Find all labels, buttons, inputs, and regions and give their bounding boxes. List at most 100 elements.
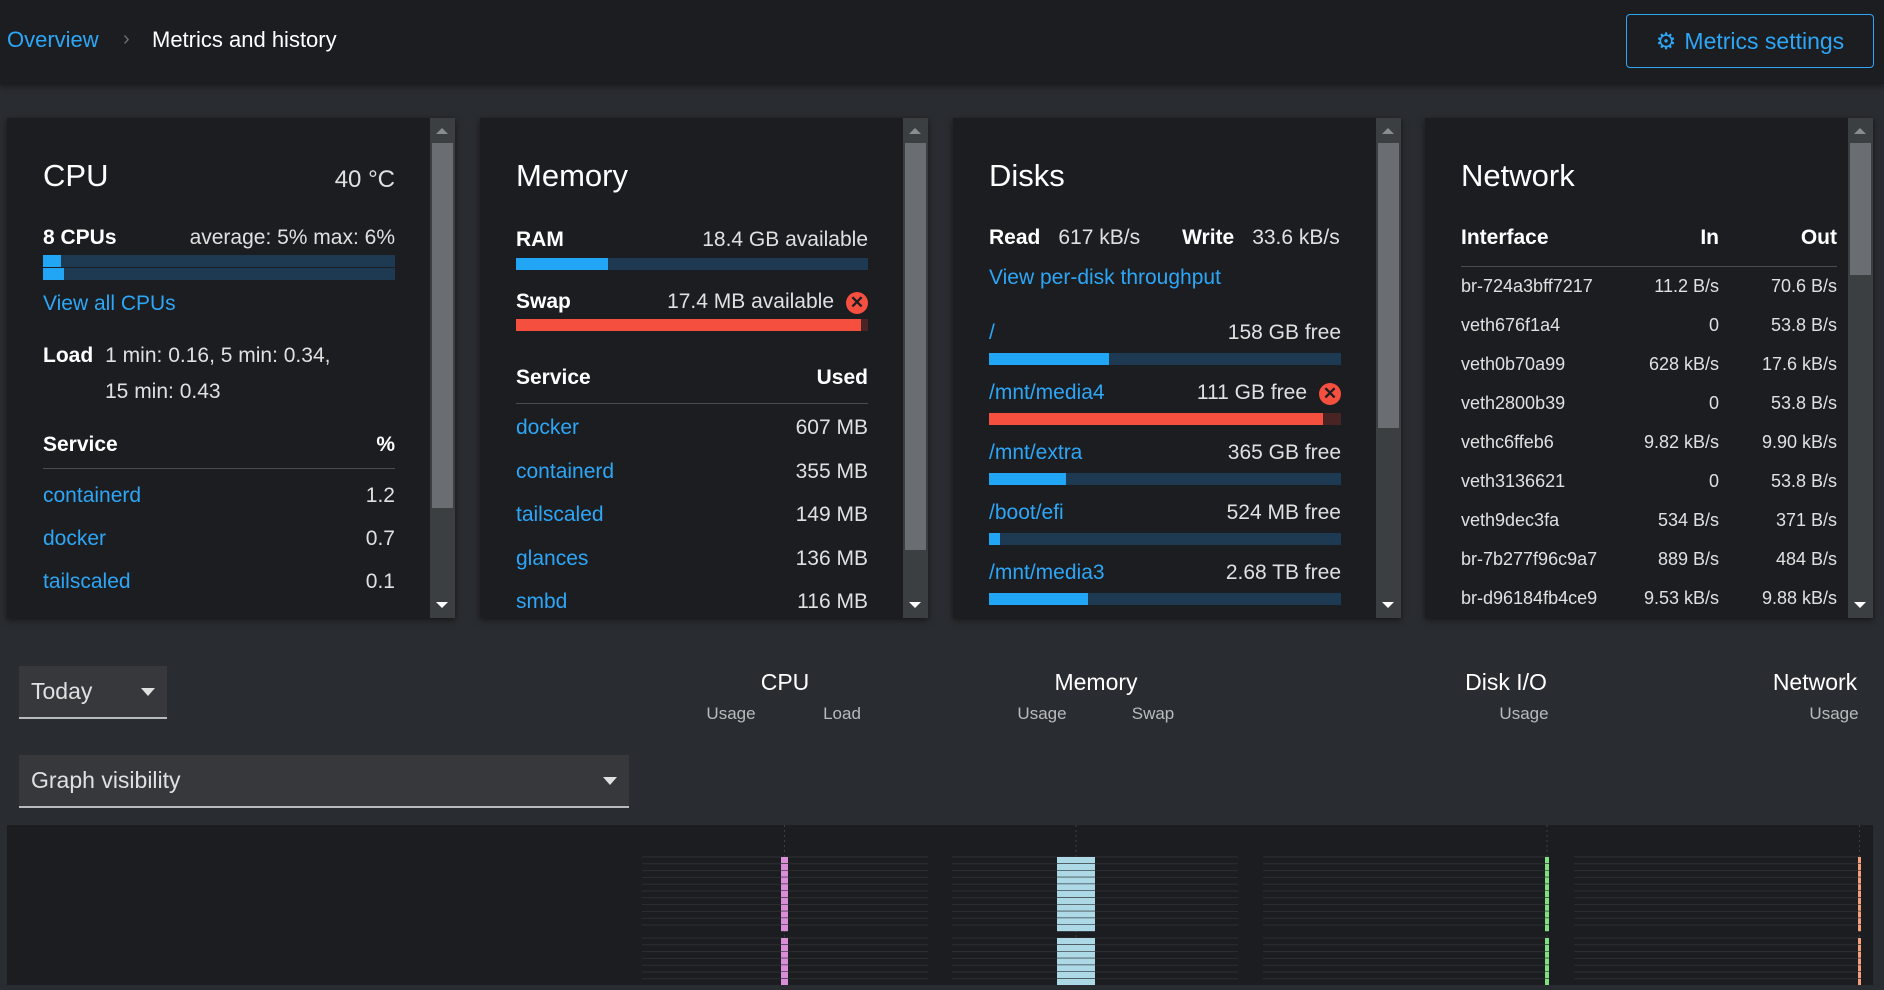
disk-history-bar xyxy=(1545,904,1549,911)
service-value: 149 MB xyxy=(795,503,868,526)
interface-in: 0 xyxy=(1708,471,1719,491)
view-all-cpus-link[interactable]: View all CPUs xyxy=(43,292,395,316)
write-label: Write xyxy=(1182,226,1235,249)
service-link[interactable]: smbd xyxy=(516,590,567,614)
memory-history-bar xyxy=(1057,870,1095,877)
disk-usage-bar xyxy=(989,533,1341,545)
range-value: Today xyxy=(31,678,93,704)
disk-mount-link[interactable]: / xyxy=(989,321,995,345)
memory-history-bar xyxy=(1057,891,1095,898)
interface-name: vethc6ffeb6 xyxy=(1461,432,1554,452)
network-history-bar xyxy=(1858,877,1861,884)
interface-out: 371 B/s xyxy=(1775,510,1837,530)
range-dropdown[interactable]: Today xyxy=(19,666,167,719)
disk-mount-link[interactable]: /boot/efi xyxy=(989,501,1064,525)
interface-in: 9.53 kB/s xyxy=(1643,588,1719,608)
metrics-settings-button[interactable]: ⚙ Metrics settings xyxy=(1626,14,1874,68)
per-disk-throughput-link[interactable]: View per-disk throughput xyxy=(989,266,1341,290)
col-out: Out xyxy=(1800,226,1837,249)
network-history-bar xyxy=(1858,925,1861,932)
metrics-settings-label: Metrics settings xyxy=(1684,27,1845,54)
table-row: br-7b277f96c9a7 889 B/s 484 B/s xyxy=(1461,549,1837,570)
interface-name: br-d96184fb4ce9 xyxy=(1461,588,1598,608)
memory-card: Memory RAM 18.4 GB available Swap 17.4 MB … xyxy=(480,118,928,618)
scroll-down-icon[interactable] xyxy=(909,602,921,608)
cpu-history-bar xyxy=(781,877,788,884)
service-value: 607 MB xyxy=(795,416,868,439)
load-label: Load xyxy=(43,344,94,367)
divider xyxy=(1461,266,1837,267)
interface-in: 534 B/s xyxy=(1657,510,1719,530)
interface-in: 11.2 B/s xyxy=(1654,276,1719,296)
col-service: Service xyxy=(516,366,591,389)
breadcrumb-current: Metrics and history xyxy=(152,27,337,52)
per-disk-label: View per-disk throughput xyxy=(989,266,1221,289)
load-line-2: 15 min: 0.43 xyxy=(105,380,221,403)
table-row: br-d96184fb4ce9 9.53 kB/s 9.88 kB/s xyxy=(1461,588,1837,609)
table-row: veth3136621 0 53.8 B/s xyxy=(1461,471,1837,492)
table-row: veth676f1a4 0 53.8 B/s xyxy=(1461,315,1837,336)
scroll-down-icon[interactable] xyxy=(1854,602,1866,608)
service-link[interactable]: containerd xyxy=(43,484,141,508)
disk-mount-link[interactable]: /mnt/extra xyxy=(989,441,1082,465)
scroll-up-icon[interactable] xyxy=(436,128,448,134)
memory-history-bar xyxy=(1057,958,1095,965)
interface-out: 17.6 kB/s xyxy=(1761,354,1837,374)
graph-visibility-dropdown[interactable]: Graph visibility xyxy=(19,755,629,808)
scroll-down-icon[interactable] xyxy=(1382,602,1394,608)
history-col-disk: Disk I/O xyxy=(1465,669,1547,695)
service-link[interactable]: docker xyxy=(516,416,579,440)
memory-history-bar xyxy=(1057,938,1095,945)
service-link[interactable]: containerd xyxy=(516,460,614,484)
read-value: 617 kB/s xyxy=(1058,226,1141,249)
disk-free: 158 GB free xyxy=(1227,321,1341,344)
interface-in: 0 xyxy=(1708,393,1719,413)
cpu-history-bar xyxy=(781,891,788,898)
disks-card-scrollbar[interactable] xyxy=(1376,118,1401,618)
disk-mount-link[interactable]: /mnt/media3 xyxy=(989,561,1105,585)
interface-name: veth676f1a4 xyxy=(1461,315,1561,335)
memory-history-bar xyxy=(1057,972,1095,979)
interface-name: br-7b277f96c9a7 xyxy=(1461,549,1598,569)
scroll-up-icon[interactable] xyxy=(909,128,921,134)
cpu-usage-bar-2 xyxy=(43,268,395,280)
cpu-history-bar xyxy=(781,863,788,870)
scroll-up-icon[interactable] xyxy=(1854,128,1866,134)
disk-history-bar xyxy=(1545,897,1549,904)
read-label: Read xyxy=(989,226,1041,249)
breadcrumb-overview[interactable]: Overview xyxy=(7,27,99,53)
cpu-card-scrollbar[interactable] xyxy=(430,118,455,618)
cpu-history-bar xyxy=(781,944,788,951)
service-link[interactable]: tailscaled xyxy=(516,503,604,527)
scroll-down-icon[interactable] xyxy=(436,602,448,608)
service-value: 0.7 xyxy=(365,527,395,550)
disk-history-bar xyxy=(1545,958,1549,965)
cpu-history-bar xyxy=(781,951,788,958)
disk-mount-link[interactable]: /mnt/media4 xyxy=(989,381,1105,405)
service-value: 0.1 xyxy=(365,570,395,593)
disk-usage-bar xyxy=(989,353,1341,365)
memory-title: Memory xyxy=(516,158,628,193)
cpu-history-bar xyxy=(781,918,788,925)
service-link[interactable]: docker xyxy=(43,527,106,551)
service-value: 116 MB xyxy=(797,590,868,613)
service-link[interactable]: glances xyxy=(516,547,588,571)
network-card-scrollbar[interactable] xyxy=(1848,118,1873,618)
disk-history-bar xyxy=(1545,918,1549,925)
cpu-card: CPU 40 °C 8 CPUs average: 5% max: 6% View… xyxy=(7,118,455,618)
interface-name: veth3136621 xyxy=(1461,471,1566,491)
ram-bar xyxy=(516,258,868,270)
col-percent: % xyxy=(376,433,395,456)
cpu-history-bar xyxy=(781,958,788,965)
table-row: vethc6ffeb6 9.82 kB/s 9.90 kB/s xyxy=(1461,432,1837,453)
disks-card: Disks Read 617 kB/s Write 33.6 kB/s View p… xyxy=(953,118,1401,618)
divider xyxy=(43,468,395,469)
cpu-usage-sub: Usage xyxy=(706,704,756,723)
service-link[interactable]: tailscaled xyxy=(43,570,131,594)
service-value: 136 MB xyxy=(795,546,868,570)
col-used: Used xyxy=(816,366,868,389)
disk-history-bar xyxy=(1545,925,1549,932)
memory-card-scrollbar[interactable] xyxy=(903,118,928,618)
scroll-up-icon[interactable] xyxy=(1382,128,1394,134)
swap-label: Swap xyxy=(516,290,571,313)
